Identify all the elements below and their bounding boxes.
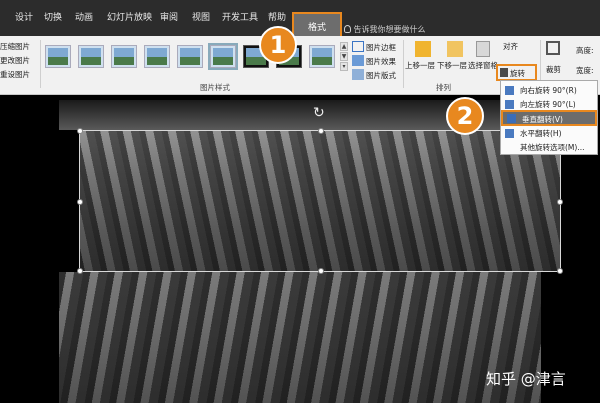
resize-handle[interactable]	[318, 268, 324, 274]
rotate-handle-icon[interactable]: ↻	[313, 105, 325, 121]
reset-picture-button[interactable]: 重设图片	[0, 69, 30, 80]
change-picture-button[interactable]: 更改图片	[0, 55, 30, 66]
picture-style-thumb[interactable]	[208, 43, 238, 70]
rotate-right-icon	[505, 86, 514, 95]
resize-handle[interactable]	[77, 128, 83, 134]
rotate-left-icon	[505, 100, 514, 109]
menu-item-flip-horizontal[interactable]: 水平翻转(H)	[501, 127, 597, 140]
flip-horizontal-icon	[505, 129, 514, 138]
watermark: 知乎 @津言	[486, 370, 566, 388]
bring-forward-button[interactable]: 上移一层	[405, 60, 435, 71]
gallery-more-button[interactable]: ▾	[340, 62, 348, 71]
search-text: 告诉我你想要做什么	[353, 25, 426, 34]
compress-pictures-button[interactable]: 压缩图片	[0, 41, 30, 52]
picture-style-thumb[interactable]	[309, 45, 335, 68]
bring-forward-icon	[415, 41, 431, 57]
menu-item-label: 其他旋转选项(M)...	[520, 143, 585, 152]
picture-layout-icon	[352, 69, 364, 80]
selection-pane-button[interactable]: 选择窗格	[468, 60, 498, 71]
menu-item-rotate-right[interactable]: 向右旋转 90°(R)	[501, 84, 597, 97]
resize-handle[interactable]	[77, 268, 83, 274]
tab-animations[interactable]: 动画	[75, 10, 93, 23]
crop-button[interactable]: 裁剪	[546, 64, 561, 75]
tab-view[interactable]: 视图	[192, 10, 210, 23]
photo-reflection	[59, 272, 541, 403]
picture-style-thumb[interactable]	[111, 45, 137, 68]
gallery-scroll-up-button[interactable]: ▲	[340, 42, 348, 51]
resize-handle[interactable]	[557, 199, 563, 205]
rotate-highlight-box	[496, 64, 537, 81]
send-backward-icon	[447, 41, 463, 57]
tab-design[interactable]: 设计	[15, 10, 33, 23]
menu-item-label: 向左旋转 90°(L)	[520, 100, 576, 109]
tab-review[interactable]: 审阅	[160, 10, 178, 23]
picture-style-thumb[interactable]	[144, 45, 170, 68]
picture-effects-button[interactable]: 图片效果	[366, 56, 396, 67]
tab-slideshow[interactable]: 幻灯片放映	[107, 10, 152, 23]
tab-transitions[interactable]: 切换	[44, 10, 62, 23]
picture-layout-button[interactable]: 图片版式	[366, 70, 396, 81]
menu-item-flip-vertical[interactable]: 垂直翻转(V)	[501, 110, 597, 126]
align-button[interactable]: 对齐	[503, 41, 518, 52]
picture-effects-icon	[352, 55, 364, 66]
arrange-group-label: 排列	[436, 83, 451, 92]
ribbon-divider	[403, 40, 404, 88]
tab-developer[interactable]: 开发工具	[222, 10, 258, 23]
resize-handle[interactable]	[557, 268, 563, 274]
resize-handle[interactable]	[318, 128, 324, 134]
step-badge-2: 2	[446, 97, 484, 135]
resize-handle[interactable]	[77, 199, 83, 205]
tell-me-search[interactable]: 告诉我你想要做什么	[344, 24, 426, 35]
picture-style-thumb[interactable]	[177, 45, 203, 68]
gallery-scroll-down-button[interactable]: ▼	[340, 52, 348, 61]
selection-pane-icon	[476, 41, 490, 57]
send-backward-button[interactable]: 下移一层	[437, 60, 467, 71]
picture-styles-group-label: 图片样式	[200, 83, 230, 92]
height-label: 高度:	[576, 46, 594, 55]
selection-frame	[77, 128, 563, 274]
menu-item-label: 向右旋转 90°(R)	[520, 86, 577, 95]
tab-help[interactable]: 帮助	[268, 10, 286, 23]
picture-border-button[interactable]: 图片边框	[366, 42, 396, 53]
menu-item-label: 垂直翻转(V)	[522, 115, 563, 124]
picture-style-thumb[interactable]	[78, 45, 104, 68]
rotate-menu: 向右旋转 90°(R) 向左旋转 90°(L) 垂直翻转(V) 水平翻转(H) …	[500, 80, 598, 155]
lightbulb-icon	[344, 25, 351, 33]
tab-format-label: 格式	[307, 23, 326, 33]
menu-item-label: 水平翻转(H)	[520, 129, 562, 138]
crop-icon	[546, 41, 560, 55]
step-badge-1: 1	[259, 26, 297, 64]
flip-vertical-icon	[507, 114, 516, 123]
picture-style-thumb[interactable]	[45, 45, 71, 68]
width-label: 宽度:	[576, 66, 594, 75]
ribbon-divider	[40, 40, 41, 88]
menu-item-more-rotation[interactable]: 其他旋转选项(M)...	[501, 141, 597, 154]
picture-border-icon	[352, 41, 364, 52]
